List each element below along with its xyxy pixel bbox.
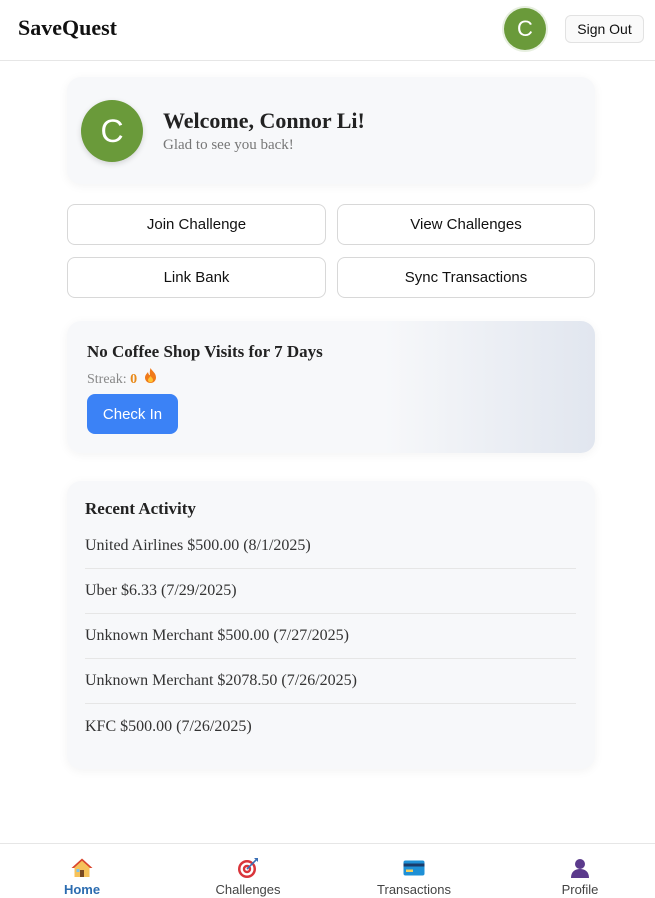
check-in-button[interactable]: Check In [87, 394, 178, 434]
list-item: Uber $6.33 (7/29/2025) [85, 569, 576, 614]
welcome-title: Welcome, Connor Li! [163, 108, 365, 133]
recent-activity-card: Recent Activity United Airlines $500.00 … [67, 481, 595, 769]
link-bank-button[interactable]: Link Bank [67, 257, 326, 298]
list-item: KFC $500.00 (7/26/2025) [85, 717, 252, 735]
view-challenges-button[interactable]: View Challenges [337, 204, 595, 245]
welcome-card: C Welcome, Connor Li! Glad to see you ba… [67, 77, 595, 184]
sign-out-button[interactable]: Sign Out [565, 15, 644, 43]
welcome-avatar: C [81, 100, 143, 162]
sync-transactions-button[interactable]: Sync Transactions [337, 257, 595, 298]
list-item: United Airlines $500.00 (8/1/2025) [85, 524, 576, 569]
nav-item-profile[interactable]: Profile [498, 844, 655, 898]
app-brand[interactable]: SaveQuest [18, 15, 117, 41]
house-icon [71, 857, 93, 879]
target-icon [237, 857, 259, 879]
list-item: Unknown Merchant $2078.50 (7/26/2025) [85, 659, 576, 704]
welcome-subtitle: Glad to see you back! [163, 137, 294, 153]
recent-activity-title: Recent Activity [85, 499, 196, 518]
streak-value: 0 [130, 372, 138, 387]
nav-label-transactions: Transactions [377, 882, 451, 897]
nav-item-home[interactable]: Home [0, 844, 164, 898]
nav-item-challenges[interactable]: Challenges [166, 844, 330, 898]
flame-icon [144, 368, 157, 387]
list-item: Unknown Merchant $500.00 (7/27/2025) [85, 614, 576, 659]
challenge-streak: Streak: 0 [87, 368, 157, 388]
nav-label-home: Home [63, 882, 101, 897]
bottom-nav: Home Challenges Transactions Profile [0, 843, 655, 898]
streak-label: Streak: [87, 372, 127, 387]
user-avatar[interactable]: C [504, 8, 546, 50]
nav-label-profile: Profile [561, 882, 599, 897]
challenge-card: No Coffee Shop Visits for 7 Days Streak:… [67, 321, 595, 453]
challenge-title: No Coffee Shop Visits for 7 Days [87, 342, 323, 361]
activity-list: United Airlines $500.00 (8/1/2025) Uber … [85, 524, 576, 749]
nav-label-challenges: Challenges [215, 882, 281, 897]
nav-item-transactions[interactable]: Transactions [332, 844, 496, 898]
person-icon [569, 857, 591, 879]
join-challenge-button[interactable]: Join Challenge [67, 204, 326, 245]
credit-card-icon [403, 857, 425, 879]
app-header: SaveQuest C Sign Out [0, 0, 655, 61]
